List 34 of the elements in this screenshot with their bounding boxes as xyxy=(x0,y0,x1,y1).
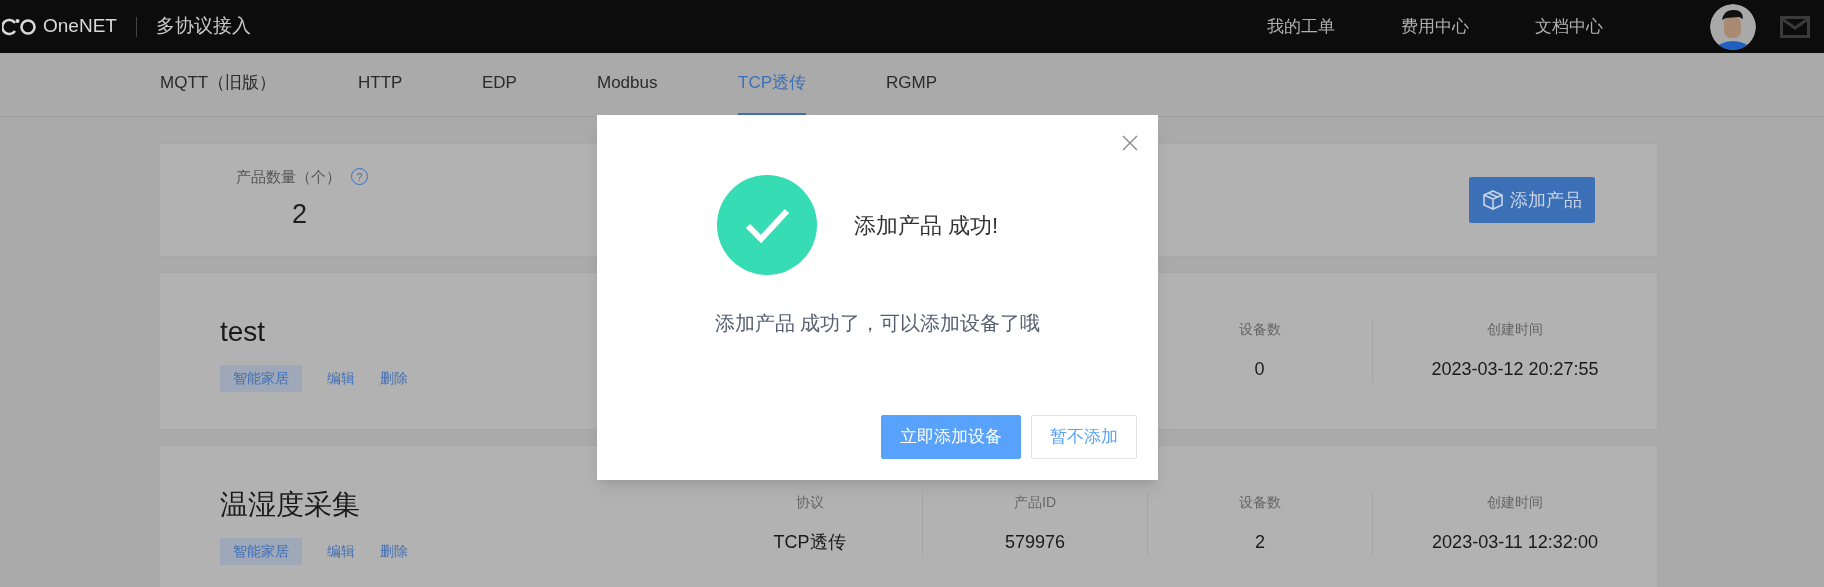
close-icon[interactable] xyxy=(1122,135,1138,151)
category-tag: 智能家居 xyxy=(220,537,302,565)
protocol-tab[interactable]: RGMP xyxy=(886,53,937,116)
protocol-tab[interactable]: MQTT（旧版） xyxy=(160,53,277,116)
stat-value: 2 xyxy=(1255,531,1265,554)
add-product-button[interactable]: 添加产品 xyxy=(1469,177,1595,223)
stat-label: 创建时间 xyxy=(1487,320,1543,339)
stat-value: 2023-03-12 20:27:55 xyxy=(1431,358,1599,381)
nav-link[interactable]: 费用中心 xyxy=(1401,13,1469,40)
nav-link[interactable]: 文档中心 xyxy=(1535,13,1603,40)
stat-label: 设备数 xyxy=(1238,320,1281,339)
stat-label: 设备数 xyxy=(1239,493,1281,512)
protocol-tab[interactable]: EDP xyxy=(482,53,517,116)
box-icon xyxy=(1482,189,1504,211)
logo-text[interactable]: OneNET xyxy=(43,12,117,41)
dialog-title: 添加产品 成功! xyxy=(854,211,999,240)
nav-link[interactable]: 我的工单 xyxy=(1267,13,1335,40)
stat-label: 产品ID xyxy=(1014,493,1056,512)
stat-value: 0 xyxy=(1254,358,1265,381)
count-label: 产品数量（个） xyxy=(236,166,341,187)
product-name[interactable]: 温湿度采集 xyxy=(220,483,697,526)
section-title: 多协议接入 xyxy=(156,14,251,39)
protocol-tab[interactable]: Modbus xyxy=(597,53,658,116)
avatar-icon[interactable] xyxy=(1710,3,1756,50)
stat-label: 协议 xyxy=(795,493,824,512)
stat-value: TCP透传 xyxy=(773,531,846,554)
success-check-icon xyxy=(717,175,817,275)
count-value: 2 xyxy=(292,198,309,231)
stat-value: 2023-03-11 12:32:00 xyxy=(1432,531,1598,554)
stat-label: 创建时间 xyxy=(1487,493,1543,512)
dialog-message: 添加产品 成功了，可以添加设备了哦 xyxy=(713,311,1042,336)
protocol-tab[interactable]: HTTP xyxy=(358,53,403,116)
stat-value: 579976 xyxy=(1004,531,1066,554)
category-tag: 智能家居 xyxy=(220,364,302,392)
